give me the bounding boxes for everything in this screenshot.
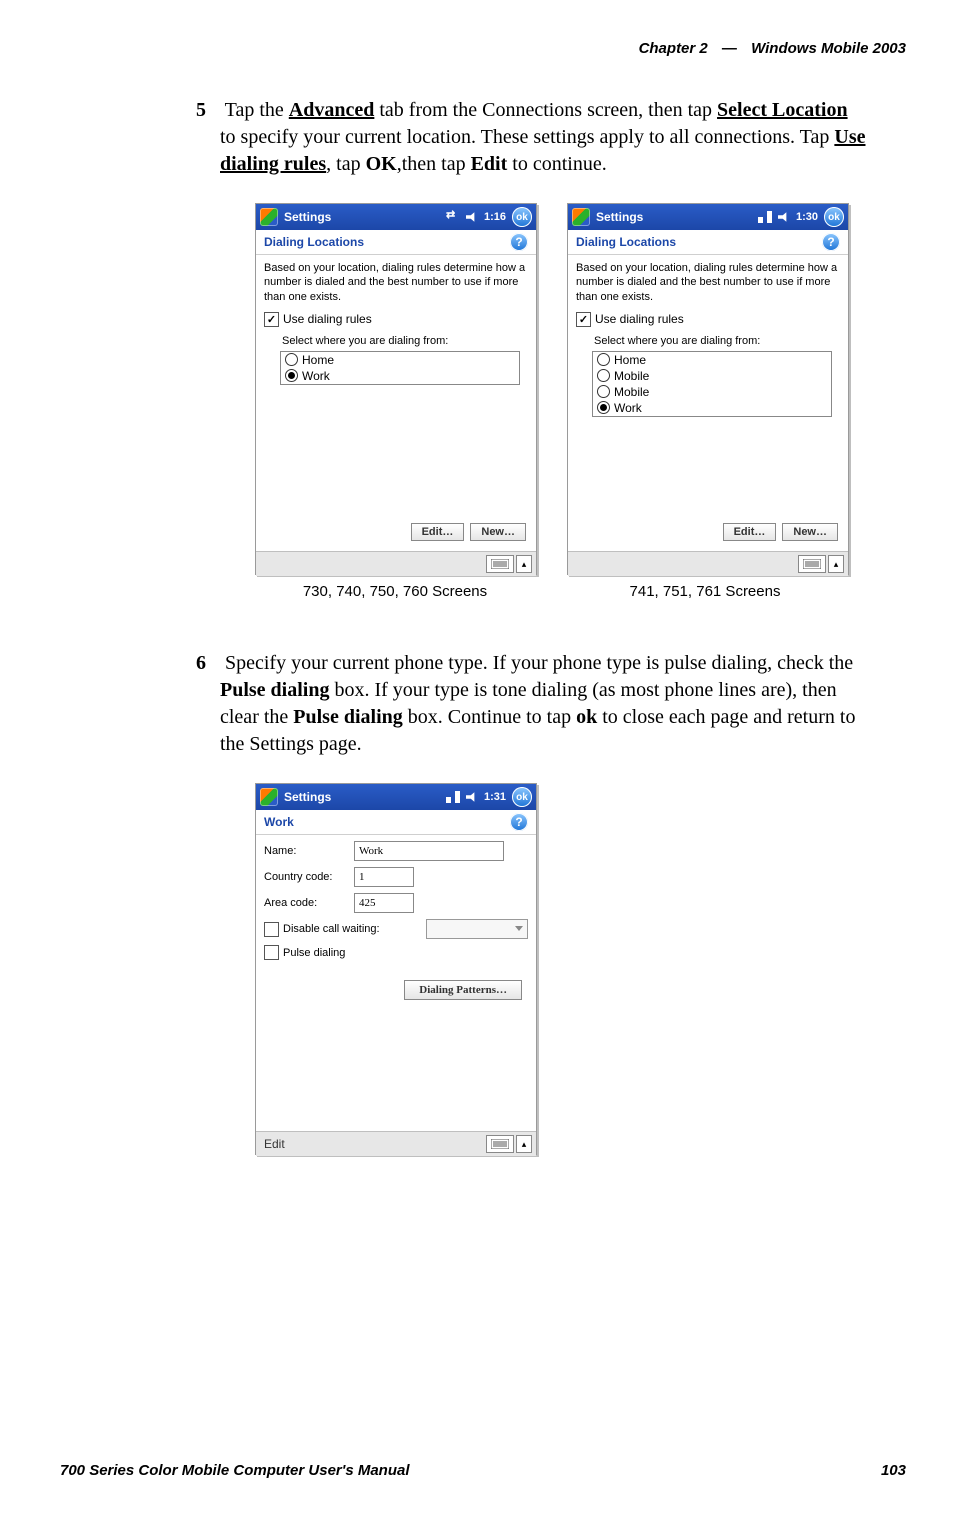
help-icon[interactable]: ? bbox=[510, 233, 528, 251]
panel-title: Dialing Locations bbox=[264, 235, 364, 249]
panel-title: Dialing Locations bbox=[576, 235, 676, 249]
volume-icon[interactable] bbox=[778, 211, 790, 223]
sip-menu-icon[interactable]: ▴ bbox=[516, 555, 532, 573]
name-input[interactable] bbox=[354, 841, 504, 861]
location-option[interactable]: Work bbox=[281, 368, 519, 384]
start-flag-icon[interactable] bbox=[572, 208, 590, 226]
sip-keyboard-icon[interactable] bbox=[486, 1135, 514, 1153]
checkbox-label: Use dialing rules bbox=[595, 312, 684, 326]
checkbox-icon: ✓ bbox=[264, 312, 279, 327]
start-flag-icon[interactable] bbox=[260, 788, 278, 806]
sip-menu-icon[interactable]: ▴ bbox=[828, 555, 844, 573]
country-code-label: Country code: bbox=[264, 871, 346, 883]
panel-title-row: Dialing Locations ? bbox=[256, 230, 536, 255]
checkbox-label: Use dialing rules bbox=[283, 312, 372, 326]
use-dialing-rules-checkbox[interactable]: ✓ Use dialing rules bbox=[576, 312, 840, 327]
clock-text: 1:31 bbox=[484, 791, 506, 803]
taskbar: Settings 1:31 ok bbox=[256, 784, 536, 810]
taskbar: Settings 1:30 ok bbox=[568, 204, 848, 230]
bottom-tab-edit[interactable]: Edit bbox=[264, 1137, 285, 1151]
signal-icon[interactable] bbox=[758, 211, 772, 223]
option-label: Mobile bbox=[614, 369, 649, 383]
location-option[interactable]: Home bbox=[281, 352, 519, 368]
pulse-dialing-label: Pulse dialing bbox=[283, 947, 345, 959]
location-option[interactable]: Mobile bbox=[593, 384, 831, 400]
screenshot-dialing-locations-1: Settings 1:16 ok Dialing Locations ? Bas… bbox=[255, 203, 537, 575]
disable-call-waiting-checkbox[interactable] bbox=[264, 922, 279, 937]
ok-button[interactable]: ok bbox=[512, 787, 532, 807]
area-code-label: Area code: bbox=[264, 897, 346, 909]
disable-call-waiting-label: Disable call waiting: bbox=[283, 923, 422, 935]
panel-title-row: Dialing Locations ? bbox=[568, 230, 848, 255]
select-from-label: Select where you are dialing from: bbox=[594, 335, 840, 347]
description-text: Based on your location, dialing rules de… bbox=[576, 261, 840, 304]
taskbar: Settings 1:16 ok bbox=[256, 204, 536, 230]
option-label: Mobile bbox=[614, 385, 649, 399]
connectivity-icon[interactable] bbox=[446, 211, 460, 223]
caption-left: 730, 740, 750, 760 Screens bbox=[255, 583, 535, 600]
select-from-label: Select where you are dialing from: bbox=[282, 335, 528, 347]
page-header: Chapter 2 — Windows Mobile 2003 bbox=[60, 40, 906, 57]
location-listbox[interactable]: Home Mobile Mobile Work bbox=[592, 351, 832, 417]
ok-button[interactable]: ok bbox=[824, 207, 844, 227]
radio-icon bbox=[285, 369, 298, 382]
name-label: Name: bbox=[264, 845, 346, 857]
help-icon[interactable]: ? bbox=[510, 813, 528, 831]
new-button[interactable]: New… bbox=[470, 523, 526, 541]
radio-icon bbox=[285, 353, 298, 366]
step-5-number: 5 bbox=[196, 97, 220, 124]
edit-button[interactable]: Edit… bbox=[411, 523, 465, 541]
sip-keyboard-icon[interactable] bbox=[798, 555, 826, 573]
footer-page-number: 103 bbox=[881, 1462, 906, 1479]
ok-button[interactable]: ok bbox=[512, 207, 532, 227]
pulse-dialing-checkbox[interactable] bbox=[264, 945, 279, 960]
header-dash: — bbox=[722, 40, 737, 57]
panel-title: Work bbox=[264, 815, 294, 829]
start-flag-icon[interactable] bbox=[260, 208, 278, 226]
sip-menu-icon[interactable]: ▴ bbox=[516, 1135, 532, 1153]
sip-keyboard-icon[interactable] bbox=[486, 555, 514, 573]
new-button[interactable]: New… bbox=[782, 523, 838, 541]
location-listbox[interactable]: Home Work bbox=[280, 351, 520, 385]
panel-title-row: Work ? bbox=[256, 810, 536, 835]
signal-icon[interactable] bbox=[446, 791, 460, 803]
volume-icon[interactable] bbox=[466, 211, 478, 223]
checkbox-icon: ✓ bbox=[576, 312, 591, 327]
dialing-patterns-button[interactable]: Dialing Patterns… bbox=[404, 980, 522, 1000]
footer-manual-title: 700 Series Color Mobile Computer User's … bbox=[60, 1462, 410, 1479]
header-chapter: Chapter 2 bbox=[639, 40, 708, 57]
use-dialing-rules-checkbox[interactable]: ✓ Use dialing rules bbox=[264, 312, 528, 327]
step-5-text: 5 Tap the Advanced tab from the Connecti… bbox=[220, 97, 866, 178]
country-code-input[interactable] bbox=[354, 867, 414, 887]
caption-right: 741, 751, 761 Screens bbox=[565, 583, 845, 600]
option-label: Home bbox=[302, 353, 334, 367]
step-6-text: 6 Specify your current phone type. If yo… bbox=[220, 650, 866, 758]
description-text: Based on your location, dialing rules de… bbox=[264, 261, 528, 304]
option-label: Work bbox=[302, 369, 330, 383]
radio-icon bbox=[597, 385, 610, 398]
screenshot-dialing-locations-2: Settings 1:30 ok Dialing Locations ? Bas… bbox=[567, 203, 849, 575]
location-option[interactable]: Mobile bbox=[593, 368, 831, 384]
option-label: Home bbox=[614, 353, 646, 367]
screenshot-work-location: Settings 1:31 ok Work ? Name: Country bbox=[255, 783, 537, 1155]
location-option[interactable]: Work bbox=[593, 400, 831, 416]
taskbar-title: Settings bbox=[284, 210, 446, 224]
area-code-input[interactable] bbox=[354, 893, 414, 913]
clock-text: 1:30 bbox=[796, 211, 818, 223]
volume-icon[interactable] bbox=[466, 791, 478, 803]
help-icon[interactable]: ? bbox=[822, 233, 840, 251]
radio-icon bbox=[597, 353, 610, 366]
location-option[interactable]: Home bbox=[593, 352, 831, 368]
radio-icon bbox=[597, 369, 610, 382]
taskbar-title: Settings bbox=[596, 210, 758, 224]
step-6-number: 6 bbox=[196, 650, 220, 677]
edit-button[interactable]: Edit… bbox=[723, 523, 777, 541]
clock-text: 1:16 bbox=[484, 211, 506, 223]
header-title: Windows Mobile 2003 bbox=[751, 40, 906, 57]
page-footer: 700 Series Color Mobile Computer User's … bbox=[60, 1462, 906, 1479]
option-label: Work bbox=[614, 401, 642, 415]
call-waiting-combo[interactable] bbox=[426, 919, 528, 939]
radio-icon bbox=[597, 401, 610, 414]
taskbar-title: Settings bbox=[284, 790, 446, 804]
